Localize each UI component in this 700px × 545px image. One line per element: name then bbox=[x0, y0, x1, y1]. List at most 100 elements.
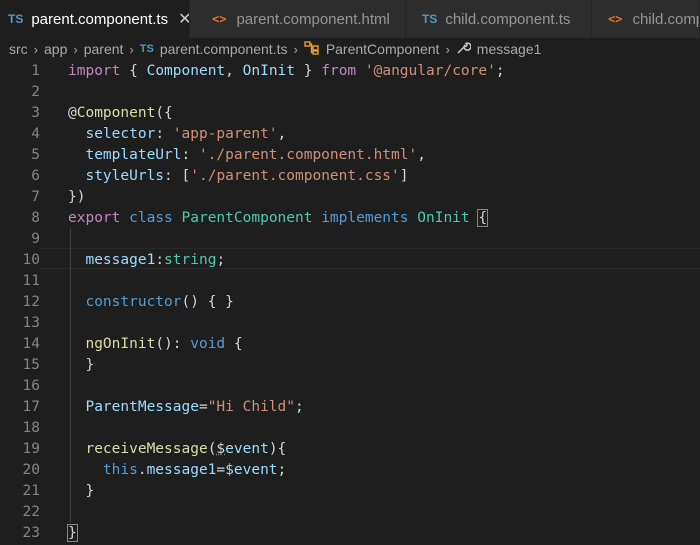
code-text: @Component({ bbox=[68, 103, 173, 124]
line-number: 3 bbox=[31, 105, 40, 121]
code-line[interactable]: 20 this.message1=$event; bbox=[0, 460, 700, 481]
tab-label: parent.component.ts bbox=[31, 10, 169, 28]
code-token: . bbox=[137, 462, 147, 478]
code-token: $event bbox=[225, 462, 278, 478]
typescript-icon: TS bbox=[422, 12, 438, 26]
code-line[interactable]: 8 export class ParentComponent implements… bbox=[0, 208, 700, 229]
line-number: 12 bbox=[22, 294, 40, 310]
line-number: 17 bbox=[22, 399, 40, 415]
code-text: this.message1=$event; bbox=[68, 460, 286, 481]
breadcrumb-item-app[interactable]: app bbox=[44, 41, 67, 57]
breadcrumb-item-class[interactable]: ParentComponent bbox=[326, 41, 440, 57]
line-number: 15 bbox=[22, 357, 40, 373]
line-number: 23 bbox=[22, 525, 40, 541]
code-token: receiveMessage bbox=[85, 441, 208, 457]
code-line[interactable]: 10 message1:string; bbox=[0, 250, 700, 271]
breadcrumb-item-src[interactable]: src bbox=[9, 41, 28, 57]
code-token: = bbox=[198, 399, 208, 415]
code-token: , bbox=[417, 147, 426, 163]
line-number: 4 bbox=[31, 126, 40, 142]
line-number: 22 bbox=[22, 504, 40, 520]
code-line[interactable]: 23} bbox=[0, 523, 700, 544]
code-token: constructor bbox=[85, 294, 182, 310]
code-token: : bbox=[155, 252, 165, 268]
code-line[interactable]: 6 styleUrls: ['./parent.component.css'] bbox=[0, 166, 700, 187]
line-number: 10 bbox=[22, 252, 40, 268]
code-line[interactable]: 15 } bbox=[0, 355, 700, 376]
code-token: ; bbox=[495, 63, 505, 79]
breadcrumb-item-parent[interactable]: parent bbox=[84, 41, 124, 57]
line-number: 8 bbox=[31, 210, 40, 226]
line-number: 14 bbox=[22, 336, 40, 352]
code-line[interactable]: 17 ParentMessage="Hi Child"; bbox=[0, 397, 700, 418]
code-token: (): bbox=[155, 336, 191, 352]
line-number: 6 bbox=[31, 168, 40, 184]
code-token: Component bbox=[76, 105, 156, 121]
code-line[interactable]: 4 selector: 'app-parent', bbox=[0, 124, 700, 145]
typescript-icon: TS bbox=[139, 43, 154, 55]
line-number: 11 bbox=[22, 273, 40, 289]
tab-label: child.component.ts bbox=[445, 10, 571, 28]
code-line[interactable]: 21 } bbox=[0, 481, 700, 502]
code-token: export bbox=[68, 210, 121, 226]
code-token: Component bbox=[146, 63, 226, 79]
code-editor[interactable]: 1 import { Component, OnInit } from '@ang… bbox=[0, 60, 700, 545]
code-token: } bbox=[295, 63, 322, 79]
code-line[interactable]: 5 templateUrl: './parent.component.html'… bbox=[0, 145, 700, 166]
code-line[interactable]: 19 receiveMessage($event){ bbox=[0, 439, 700, 460]
close-icon[interactable]: ✕ bbox=[178, 9, 189, 29]
tab-child-component-ts[interactable]: TS child.component.ts bbox=[406, 0, 592, 38]
code-token: '@angular/core' bbox=[364, 63, 496, 79]
code-token: 'app-parent' bbox=[172, 126, 278, 142]
tab-bar: TS parent.component.ts ✕ <> parent.compo… bbox=[0, 0, 700, 38]
code-line[interactable]: 1 import { Component, OnInit } from '@ang… bbox=[0, 61, 700, 82]
chevron-right-icon: › bbox=[73, 41, 78, 57]
code-line[interactable]: 3 @Component({ bbox=[0, 103, 700, 124]
code-token: class bbox=[129, 210, 173, 226]
code-token: message1 bbox=[85, 252, 156, 268]
code-line[interactable]: 14 ngOnInit(): void { bbox=[0, 334, 700, 355]
code-token: ({ bbox=[155, 105, 173, 121]
code-text: ngOnInit(): void { bbox=[68, 334, 242, 355]
code-line[interactable]: 18 bbox=[0, 418, 700, 439]
code-token: ngOnInit bbox=[85, 336, 156, 352]
code-token: } bbox=[67, 524, 78, 542]
code-text: selector: 'app-parent', bbox=[68, 124, 286, 145]
line-number: 20 bbox=[22, 462, 40, 478]
code-token: ){ bbox=[268, 441, 287, 457]
tab-parent-component-ts[interactable]: TS parent.component.ts ✕ bbox=[0, 0, 190, 38]
code-text: message1:string; bbox=[68, 250, 225, 271]
code-text: import { Component, OnInit } from '@angu… bbox=[68, 61, 505, 82]
code-token: message1 bbox=[146, 462, 217, 478]
code-line[interactable]: 13 bbox=[0, 313, 700, 334]
code-line[interactable]: 11 bbox=[0, 271, 700, 292]
code-line[interactable]: 2 bbox=[0, 82, 700, 103]
chevron-right-icon: › bbox=[33, 41, 39, 57]
class-icon bbox=[304, 40, 320, 58]
code-token: templateUrl bbox=[85, 147, 182, 163]
breadcrumb-item-property[interactable]: message1 bbox=[477, 41, 542, 57]
line-number: 16 bbox=[22, 378, 40, 394]
tab-child-component-html[interactable]: <> child.compo bbox=[592, 0, 700, 38]
code-token: styleUrls bbox=[85, 168, 165, 184]
code-line[interactable]: 9 bbox=[0, 229, 700, 250]
code-token: : [ bbox=[164, 168, 191, 184]
code-line[interactable]: 22 bbox=[0, 502, 700, 523]
code-line[interactable]: 16 bbox=[0, 376, 700, 397]
chevron-right-icon: › bbox=[445, 41, 450, 57]
code-line[interactable]: 7}) bbox=[0, 187, 700, 208]
code-text: }) bbox=[68, 187, 85, 208]
tab-parent-component-html[interactable]: <> parent.component.html bbox=[190, 0, 406, 38]
code-line[interactable]: 12 constructor() { } bbox=[0, 292, 700, 313]
breadcrumb-item-file[interactable]: parent.component.ts bbox=[160, 41, 288, 57]
code-token: ] bbox=[399, 168, 409, 184]
code-text: } bbox=[68, 355, 94, 376]
chevron-right-icon: › bbox=[293, 41, 298, 57]
chevron-right-icon: › bbox=[129, 41, 134, 57]
code-token: this bbox=[102, 462, 138, 478]
